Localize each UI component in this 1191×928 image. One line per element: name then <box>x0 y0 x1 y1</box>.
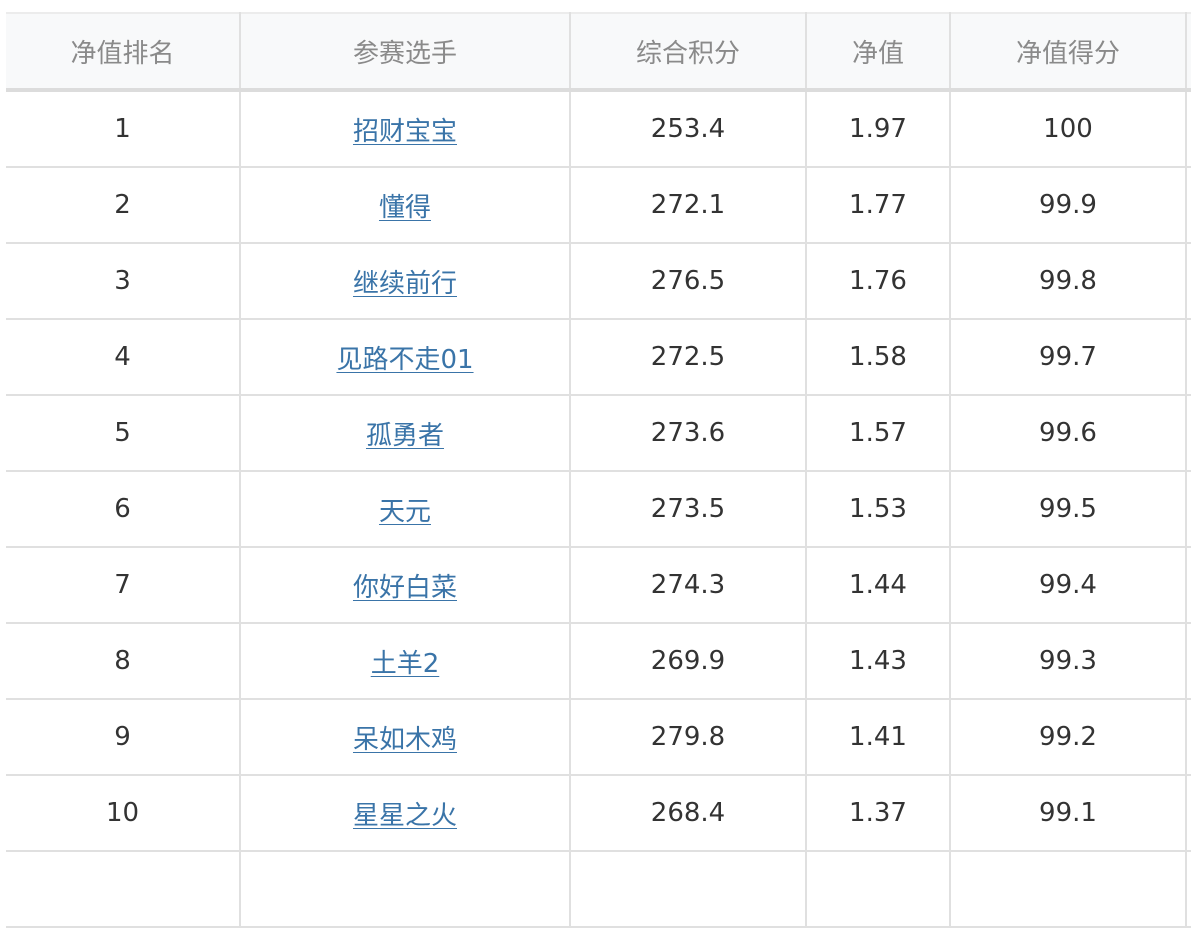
player-cell: 招财宝宝 <box>239 89 571 168</box>
ranking-table-container: 净值排名 参赛选手 综合积分 净值 净值得分 1 招财宝宝 253.4 1.97… <box>6 12 1191 928</box>
table-row: 3 继续前行 276.5 1.76 99.8 <box>6 242 1191 320</box>
nav-score-cell: 100 <box>949 89 1187 168</box>
overflow-cell <box>1185 774 1191 852</box>
overflow-cell <box>1185 242 1191 320</box>
player-link[interactable]: 继续前行 <box>353 269 457 299</box>
score-cell: 253.4 <box>569 89 807 168</box>
rank-cell: 1 <box>6 89 241 168</box>
player-link[interactable]: 你好白菜 <box>353 573 457 603</box>
nav-cell: 1.97 <box>805 89 951 168</box>
overflow-cell <box>1185 698 1191 776</box>
overflow-cell <box>1185 89 1191 168</box>
nav-cell: 1.58 <box>805 318 951 396</box>
rank-cell: 6 <box>6 470 241 548</box>
header-nav: 净值 <box>805 12 951 92</box>
rank-cell: 4 <box>6 318 241 396</box>
header-player: 参赛选手 <box>239 12 571 92</box>
player-link[interactable]: 懂得 <box>379 193 431 223</box>
rank-cell: 7 <box>6 546 241 624</box>
nav-score-cell: 99.9 <box>949 166 1187 244</box>
nav-cell: 1.41 <box>805 698 951 776</box>
nav-score-cell: 99.2 <box>949 698 1187 776</box>
score-cell: 274.3 <box>569 546 807 624</box>
player-cell: 见路不走01 <box>239 318 571 396</box>
player-link[interactable]: 招财宝宝 <box>353 117 457 147</box>
score-cell: 279.8 <box>569 698 807 776</box>
nav-score-cell: 99.3 <box>949 622 1187 700</box>
table-row: 5 孤勇者 273.6 1.57 99.6 <box>6 394 1191 472</box>
table-row: 7 你好白菜 274.3 1.44 99.4 <box>6 546 1191 624</box>
table-row: 2 懂得 272.1 1.77 99.9 <box>6 166 1191 244</box>
overflow-cell <box>1185 318 1191 396</box>
table-row-partial <box>6 850 1191 928</box>
table-row: 10 星星之火 268.4 1.37 99.1 <box>6 774 1191 852</box>
player-link[interactable]: 星星之火 <box>353 801 457 831</box>
nav-score-cell: 99.7 <box>949 318 1187 396</box>
rank-cell: 9 <box>6 698 241 776</box>
nav-cell: 1.77 <box>805 166 951 244</box>
score-cell: 269.9 <box>569 622 807 700</box>
nav-score-cell: 99.6 <box>949 394 1187 472</box>
table-header-row: 净值排名 参赛选手 综合积分 净值 净值得分 <box>6 12 1191 92</box>
nav-score-cell: 99.4 <box>949 546 1187 624</box>
player-link[interactable]: 天元 <box>379 497 431 527</box>
player-cell: 孤勇者 <box>239 394 571 472</box>
table-row: 6 天元 273.5 1.53 99.5 <box>6 470 1191 548</box>
player-cell: 星星之火 <box>239 774 571 852</box>
nav-score-cell: 99.5 <box>949 470 1187 548</box>
header-nav-rank: 净值排名 <box>6 12 241 92</box>
table-row: 4 见路不走01 272.5 1.58 99.7 <box>6 318 1191 396</box>
nav-cell: 1.37 <box>805 774 951 852</box>
score-cell: 272.5 <box>569 318 807 396</box>
rank-cell: 8 <box>6 622 241 700</box>
rank-cell: 2 <box>6 166 241 244</box>
player-link[interactable]: 土羊2 <box>371 649 440 679</box>
score-cell: 273.6 <box>569 394 807 472</box>
nav-cell: 1.53 <box>805 470 951 548</box>
nav-score-cell: 99.1 <box>949 774 1187 852</box>
header-composite-score: 综合积分 <box>569 12 807 92</box>
table-row: 8 土羊2 269.9 1.43 99.3 <box>6 622 1191 700</box>
header-overflow-cell <box>1185 12 1191 92</box>
player-cell: 你好白菜 <box>239 546 571 624</box>
rank-cell: 10 <box>6 774 241 852</box>
overflow-cell <box>1185 546 1191 624</box>
overflow-cell <box>1185 470 1191 548</box>
player-cell: 天元 <box>239 470 571 548</box>
player-cell: 土羊2 <box>239 622 571 700</box>
table-row: 9 呆如木鸡 279.8 1.41 99.2 <box>6 698 1191 776</box>
score-cell: 273.5 <box>569 470 807 548</box>
ranking-table: 净值排名 参赛选手 综合积分 净值 净值得分 1 招财宝宝 253.4 1.97… <box>6 12 1191 928</box>
overflow-cell <box>1185 622 1191 700</box>
nav-score-cell: 99.8 <box>949 242 1187 320</box>
rank-cell: 5 <box>6 394 241 472</box>
rank-cell: 3 <box>6 242 241 320</box>
player-cell: 继续前行 <box>239 242 571 320</box>
score-cell: 272.1 <box>569 166 807 244</box>
player-link[interactable]: 孤勇者 <box>366 421 444 451</box>
overflow-cell <box>1185 394 1191 472</box>
nav-cell: 1.57 <box>805 394 951 472</box>
score-cell: 268.4 <box>569 774 807 852</box>
score-cell: 276.5 <box>569 242 807 320</box>
header-nav-score: 净值得分 <box>949 12 1187 92</box>
nav-cell: 1.44 <box>805 546 951 624</box>
overflow-cell <box>1185 166 1191 244</box>
nav-cell: 1.76 <box>805 242 951 320</box>
table-row: 1 招财宝宝 253.4 1.97 100 <box>6 89 1191 168</box>
player-link[interactable]: 见路不走01 <box>336 345 473 375</box>
player-cell: 呆如木鸡 <box>239 698 571 776</box>
player-link[interactable]: 呆如木鸡 <box>353 725 457 755</box>
player-cell: 懂得 <box>239 166 571 244</box>
nav-cell: 1.43 <box>805 622 951 700</box>
